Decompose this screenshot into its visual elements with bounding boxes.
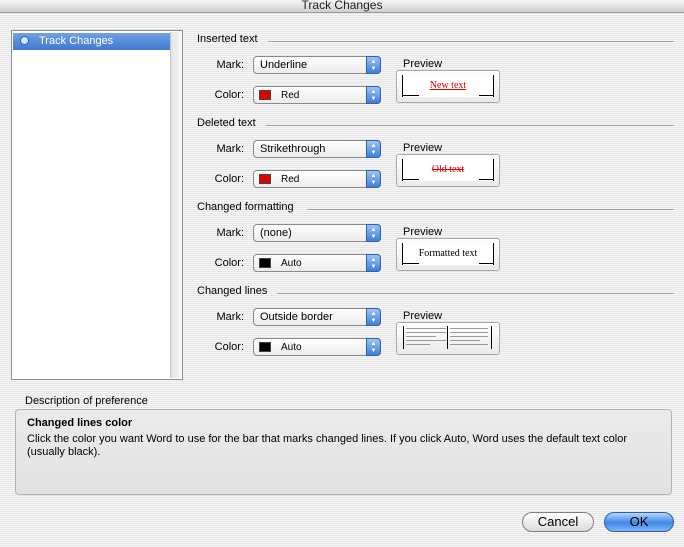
changed-lines-heading: Changed lines <box>197 285 268 297</box>
formatting-color-label: Color: <box>214 257 244 269</box>
inserted-color-value: Red <box>281 90 300 101</box>
inserted-preview: New text <box>396 70 500 103</box>
description-label: Description of preference <box>25 395 148 407</box>
inserted-text-divider <box>268 41 674 43</box>
changed-formatting-divider <box>307 209 674 211</box>
changed-formatting-heading: Changed formatting <box>197 201 294 213</box>
window-title: Track Changes <box>301 0 383 12</box>
lines-mark-label: Mark: <box>216 311 245 323</box>
popup-arrows-icon: ▲ ▼ <box>366 140 381 158</box>
formatting-mark-value: (none) <box>260 227 292 239</box>
formatting-preview: Formatted text <box>396 238 500 271</box>
popup-arrows-icon: ▲ ▼ <box>366 308 381 326</box>
sidebar-item-track-changes[interactable]: Track Changes <box>13 33 171 50</box>
deleted-preview-label: Preview <box>403 142 443 154</box>
deleted-color-value: Red <box>281 174 300 185</box>
inserted-mark-value: Underline <box>260 59 308 71</box>
sidebar-scrollbar[interactable] <box>170 32 181 378</box>
formatting-color-value: Auto <box>281 258 302 269</box>
bullet-icon <box>20 36 29 45</box>
deleted-mark-value: Strikethrough <box>260 143 326 155</box>
sidebar-item-label: Track Changes <box>39 35 114 47</box>
inserted-color-label: Color: <box>214 89 244 101</box>
deleted-preview-text: Old text <box>431 164 465 175</box>
deleted-preview: Old text <box>396 154 500 187</box>
deleted-color-label: Color: <box>214 173 244 185</box>
lines-preview-label: Preview <box>403 310 443 322</box>
cancel-button[interactable]: Cancel <box>522 512 594 532</box>
lines-preview <box>396 322 500 355</box>
description-text: Click the color you want Word to use for… <box>27 433 627 458</box>
ok-button[interactable]: OK <box>604 512 674 532</box>
popup-arrows-icon: ▲ ▼ <box>366 86 381 104</box>
inserted-color-popup[interactable]: Red ▲ ▼ <box>253 86 381 104</box>
inserted-mark-popup[interactable]: Underline ▲ ▼ <box>253 56 381 74</box>
deleted-color-popup[interactable]: Red ▲ ▼ <box>253 170 381 188</box>
inserted-mark-label: Mark: <box>216 59 245 71</box>
changed-lines-divider <box>277 293 674 295</box>
inserted-text-heading: Inserted text <box>197 33 258 45</box>
popup-arrows-icon: ▲ ▼ <box>366 224 381 242</box>
inserted-preview-text: New text <box>429 80 467 91</box>
formatting-mark-label: Mark: <box>216 227 245 239</box>
deleted-text-divider <box>266 125 674 127</box>
lines-color-swatch <box>259 342 271 352</box>
deleted-mark-popup[interactable]: Strikethrough ▲ ▼ <box>253 140 381 158</box>
inserted-color-swatch <box>259 90 271 100</box>
formatting-preview-label: Preview <box>403 226 443 238</box>
inserted-preview-label: Preview <box>403 58 443 70</box>
deleted-mark-label: Mark: <box>216 143 245 155</box>
lines-color-popup[interactable]: Auto ▲ ▼ <box>253 338 381 356</box>
formatting-color-swatch <box>259 258 271 268</box>
description-panel: Changed lines color Click the color you … <box>15 409 672 495</box>
formatting-preview-text: Formatted text <box>418 248 478 259</box>
lines-mark-value: Outside border <box>260 311 333 323</box>
popup-arrows-icon: ▲ ▼ <box>366 170 381 188</box>
deleted-color-swatch <box>259 174 271 184</box>
popup-arrows-icon: ▲ ▼ <box>366 254 381 272</box>
description-title: Changed lines color <box>27 417 133 429</box>
lines-color-value: Auto <box>281 342 302 353</box>
lines-color-label: Color: <box>214 341 244 353</box>
formatting-mark-popup[interactable]: (none) ▲ ▼ <box>253 224 381 242</box>
window-title-bar: Track Changes <box>0 0 684 13</box>
deleted-text-heading: Deleted text <box>197 117 256 129</box>
changed-lines-preview-graphic <box>403 326 493 350</box>
popup-arrows-icon: ▲ ▼ <box>366 56 381 74</box>
popup-arrows-icon: ▲ ▼ <box>366 338 381 356</box>
lines-mark-popup[interactable]: Outside border ▲ ▼ <box>253 308 381 326</box>
formatting-color-popup[interactable]: Auto ▲ ▼ <box>253 254 381 272</box>
category-list[interactable]: Track Changes <box>11 30 183 380</box>
